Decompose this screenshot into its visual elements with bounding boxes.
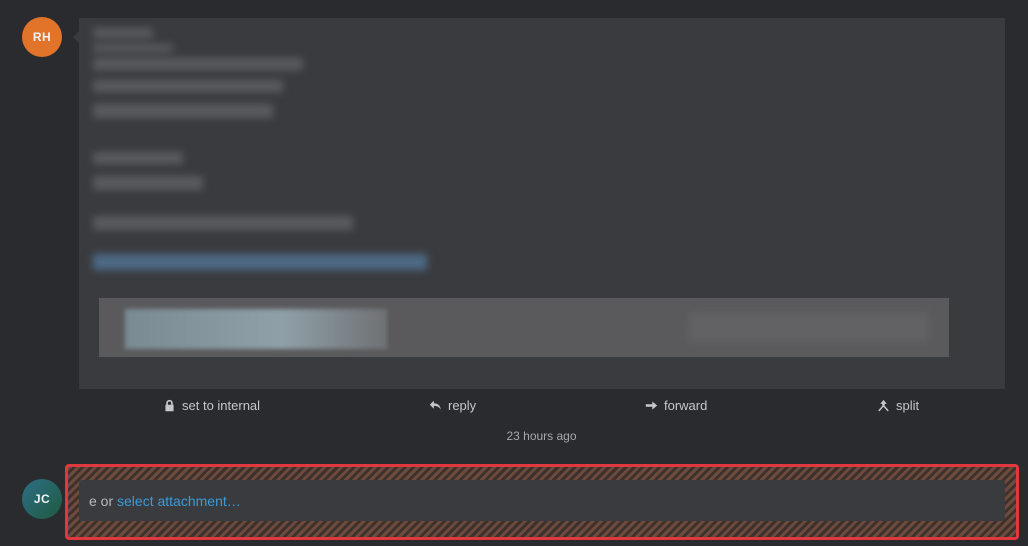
author-initials: RH bbox=[32, 30, 52, 44]
reply-button[interactable]: reply bbox=[429, 398, 476, 413]
article-body bbox=[79, 18, 1005, 389]
redacted-article-text bbox=[93, 28, 427, 276]
article-timestamp: 23 hours ago bbox=[506, 429, 577, 443]
set-to-internal-button[interactable]: set to internal bbox=[163, 398, 260, 413]
current-user-avatar[interactable]: JC bbox=[22, 479, 62, 519]
split-icon bbox=[878, 399, 889, 412]
article-actions: set to internal reply forward split bbox=[0, 398, 1028, 418]
forward-label: forward bbox=[664, 398, 708, 413]
attachment-preview[interactable] bbox=[99, 298, 949, 357]
composer-hint-prefix: e or bbox=[89, 492, 118, 509]
split-label: split bbox=[896, 398, 920, 413]
forward-button[interactable]: forward bbox=[645, 398, 707, 413]
attachment-filename bbox=[125, 309, 387, 349]
reply-label: reply bbox=[448, 398, 477, 413]
reply-arrow-icon bbox=[429, 400, 441, 410]
composer-placeholder: e or select attachment… bbox=[89, 493, 241, 509]
lock-icon bbox=[165, 399, 174, 412]
attachment-meta bbox=[689, 312, 929, 342]
set-to-internal-label: set to internal bbox=[182, 398, 261, 413]
ticket-zoom-view: RH set to internal reply forward split 2… bbox=[0, 0, 1028, 546]
select-attachment-link[interactable]: select attachment… bbox=[117, 493, 241, 509]
split-button[interactable]: split bbox=[877, 398, 919, 413]
forward-arrow-icon bbox=[645, 401, 658, 410]
author-avatar[interactable]: RH bbox=[22, 17, 62, 57]
reply-composer[interactable]: e or select attachment… bbox=[79, 480, 1005, 521]
current-user-initials: JC bbox=[33, 492, 51, 506]
